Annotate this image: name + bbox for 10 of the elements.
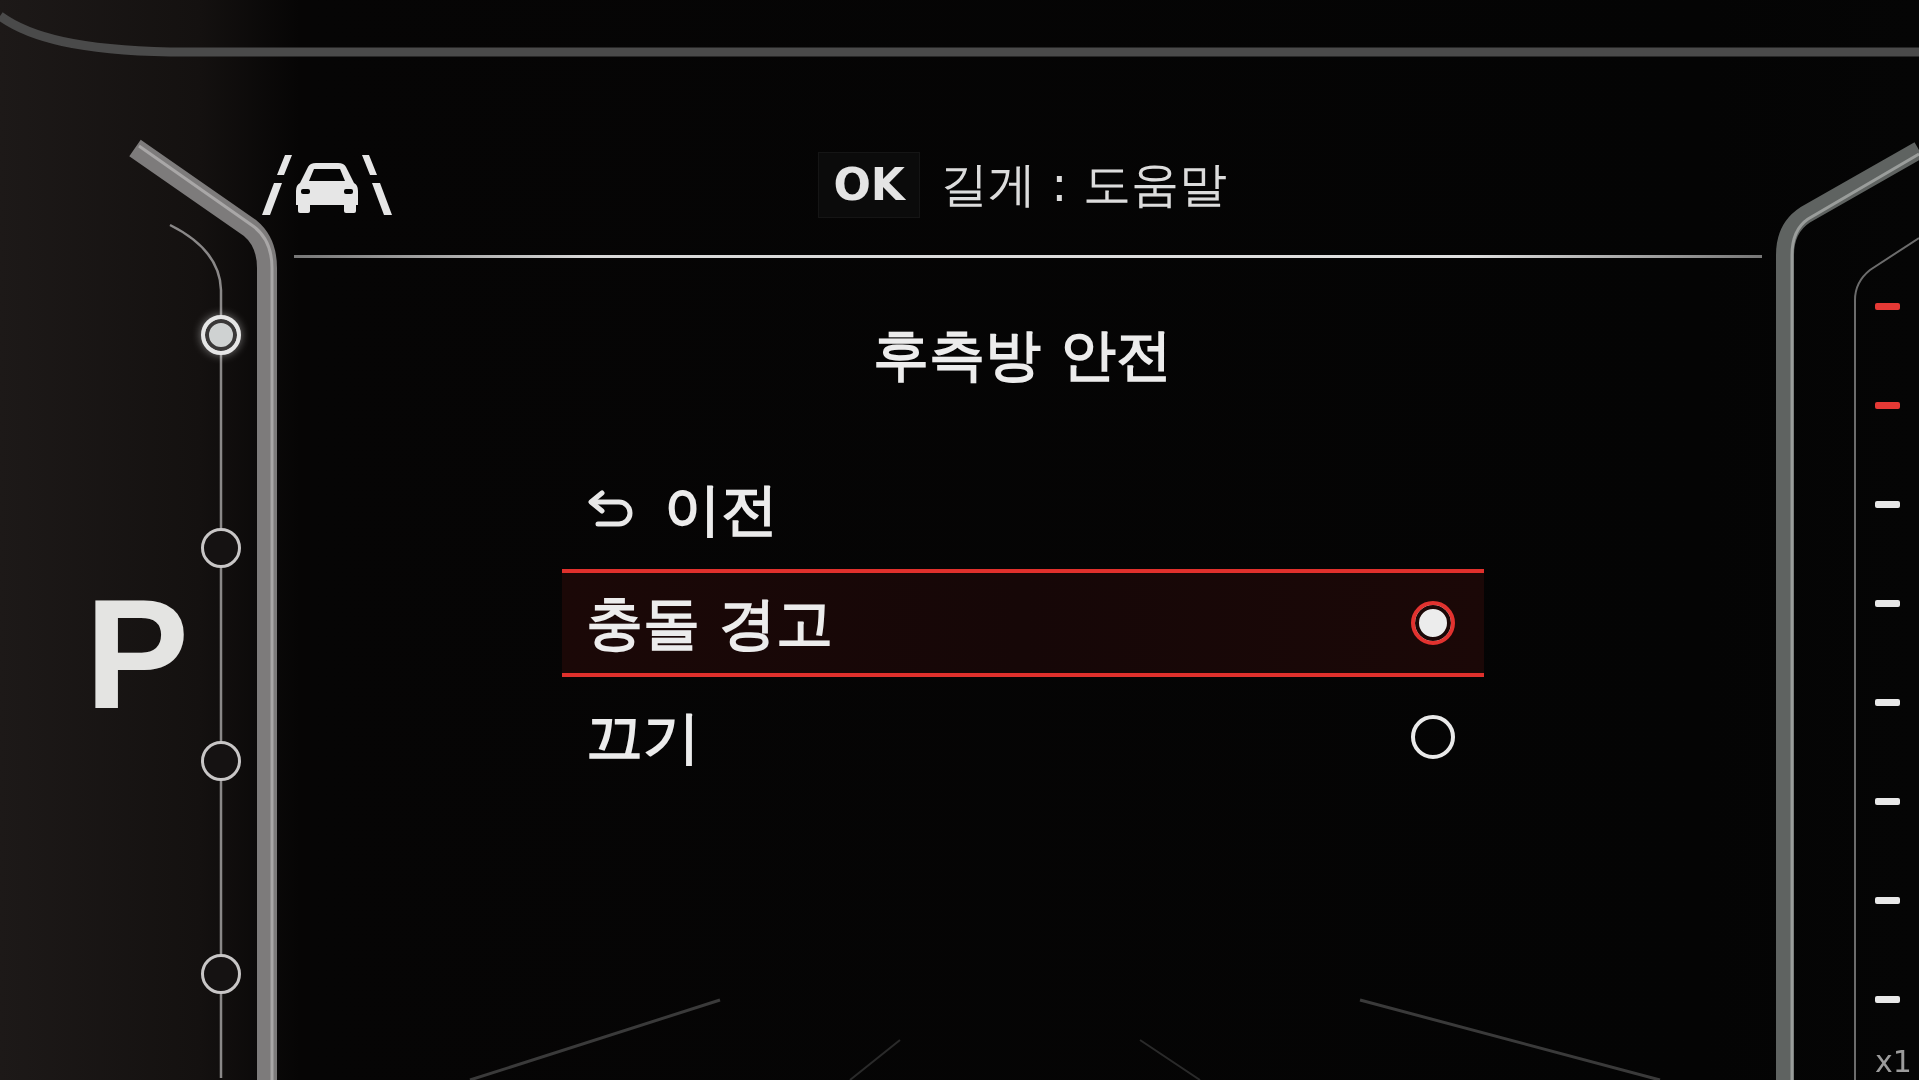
tachometer-unit-label: x1 <box>1875 1045 1913 1078</box>
menu-title: 후측방 안전 <box>872 321 1173 389</box>
menu-item[interactable]: 끄기 <box>561 683 1484 791</box>
help-hint: 길게 : 도움말 <box>939 156 1227 214</box>
gear-indicator: P <box>84 576 190 732</box>
car-lane-icon <box>262 155 392 215</box>
menu-item[interactable]: 충돌 경고 <box>561 569 1484 677</box>
ok-key-label: OK <box>818 151 920 219</box>
menu-item[interactable]: 이전 <box>561 455 1484 563</box>
radio-button[interactable] <box>1410 601 1455 645</box>
